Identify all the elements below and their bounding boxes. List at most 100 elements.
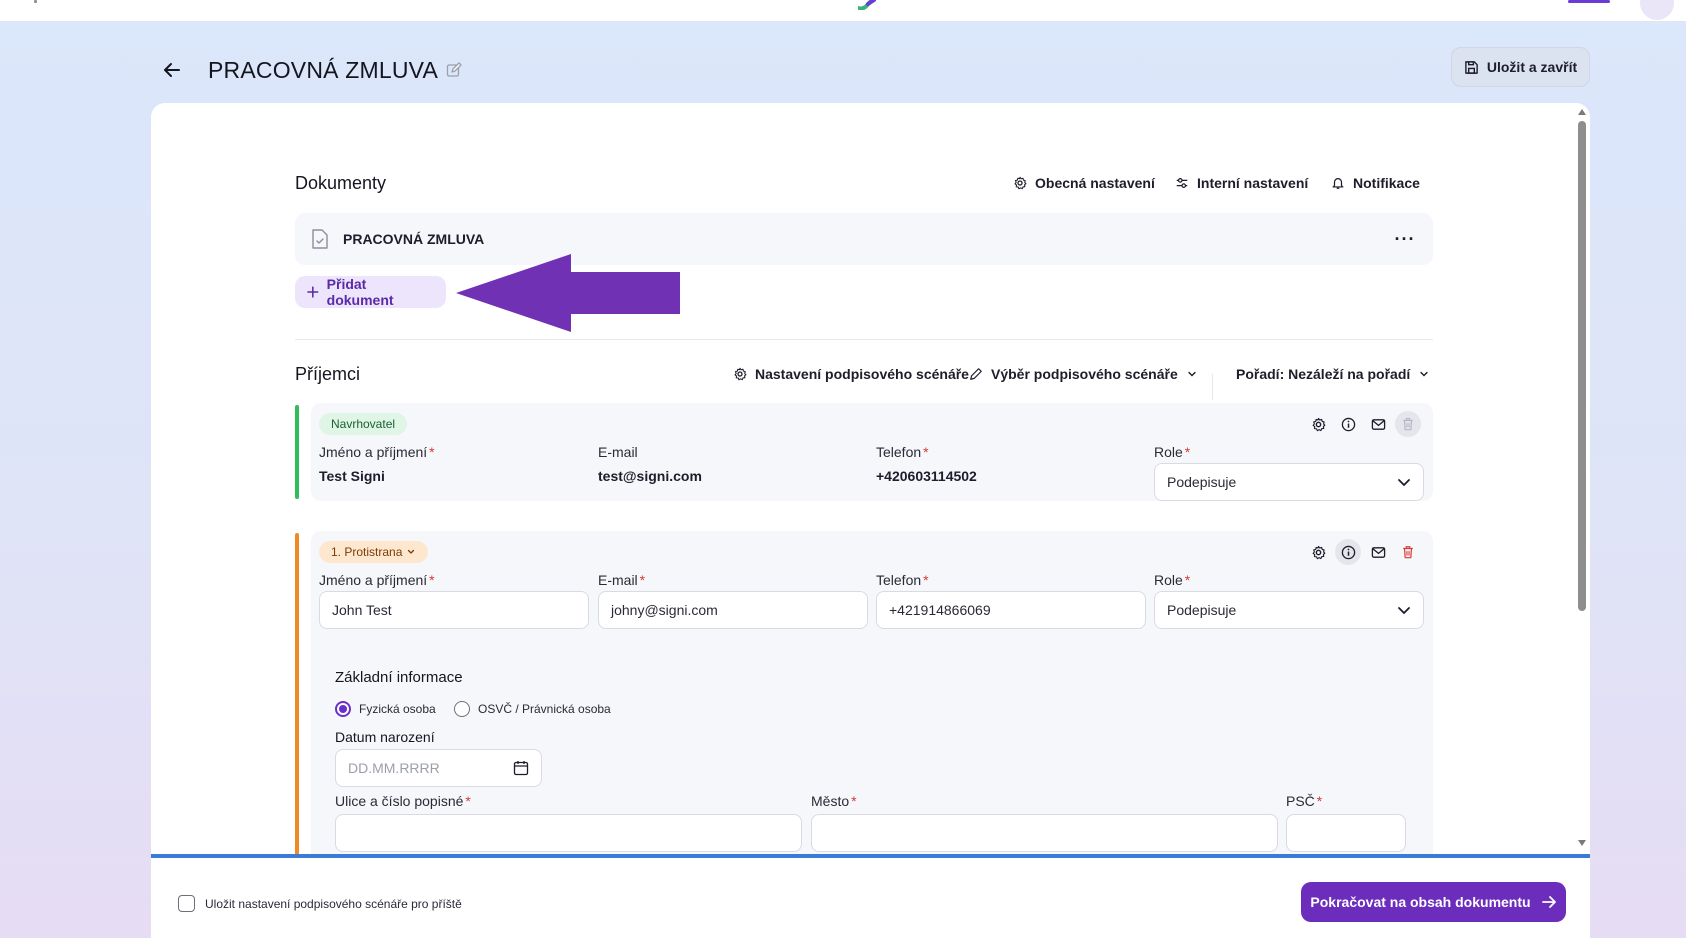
scroll-thumb[interactable] xyxy=(1578,121,1586,611)
toolbar-divider xyxy=(1212,374,1213,400)
top-app-bar xyxy=(0,0,1686,22)
scroll-down-arrow-icon[interactable] xyxy=(1578,840,1586,846)
proposer-name-value: Test Signi xyxy=(319,468,385,484)
counterparty-delete-button[interactable] xyxy=(1395,539,1421,565)
save-scenario-checkbox[interactable]: Uložit nastavení podpisového scénáře pro… xyxy=(178,895,462,912)
counterparty-name-input[interactable]: John Test xyxy=(319,591,589,629)
sliders-icon xyxy=(1176,178,1188,188)
chevron-down-icon xyxy=(1420,371,1428,377)
counterparty-name-label: Jméno a příjmení * xyxy=(319,572,435,588)
person-type-legal-option[interactable]: OSVČ / Právnická osoba xyxy=(454,701,611,717)
zip-label: PSČ * xyxy=(1286,793,1323,809)
section-divider xyxy=(295,339,1433,340)
gear-icon xyxy=(1014,176,1027,190)
user-avatar[interactable] xyxy=(1640,0,1674,20)
counterparty-phone-label: Telefon * xyxy=(876,572,929,588)
notifications-button[interactable]: Notifikace xyxy=(1331,175,1420,191)
recipient-proposer: Navrhovatel Jméno a příjmení * E-mail Te… xyxy=(311,403,1433,501)
counterparty-email-value: johny@signi.com xyxy=(611,602,718,618)
counterparty-info-button[interactable] xyxy=(1335,539,1361,565)
top-bar-link-underline[interactable] xyxy=(1568,0,1610,3)
internal-settings-button[interactable]: Interní nastavení xyxy=(1175,175,1308,191)
trash-icon xyxy=(1403,418,1413,431)
proposer-email-label: E-mail xyxy=(598,444,638,460)
top-bar-fragment xyxy=(34,0,37,3)
scroll-up-arrow-icon[interactable] xyxy=(1578,109,1586,115)
continue-to-content-button[interactable]: Pokračovat na obsah dokumentu xyxy=(1301,882,1566,922)
person-type-natural-label: Fyzická osoba xyxy=(359,702,436,716)
save-and-close-label: Uložit a zavřít xyxy=(1486,59,1578,75)
proposer-role-value: Podepisuje xyxy=(1167,474,1237,490)
checkbox-unchecked-icon xyxy=(178,895,195,912)
counterparty-badge[interactable]: 1. Protistrana xyxy=(319,541,429,563)
basic-info-title: Základní informace xyxy=(335,669,463,686)
counterparty-accent-bar xyxy=(295,533,299,854)
save-scenario-label: Uložit nastavení podpisového scénáře pro… xyxy=(205,896,462,911)
street-input[interactable] xyxy=(335,814,802,852)
proposer-mail-button[interactable] xyxy=(1365,411,1391,437)
counterparty-phone-value: +421914866069 xyxy=(889,602,991,618)
order-label: Pořadí: Nezáleží na pořadí xyxy=(1236,366,1411,382)
counterparty-settings-button[interactable] xyxy=(1305,539,1331,565)
pen-icon xyxy=(970,368,982,380)
page-header: PRACOVNÁ ZMLUVA xyxy=(160,50,462,90)
birth-date-input[interactable]: DD.MM.RRRR xyxy=(335,749,542,787)
calendar-icon[interactable] xyxy=(513,760,529,776)
counterparty-role-label: Role * xyxy=(1154,572,1191,588)
proposer-actions xyxy=(1305,411,1421,437)
add-document-label: Přidat dokument xyxy=(326,276,394,308)
chevron-down-icon xyxy=(1188,371,1196,377)
proposer-phone-value: +420603114502 xyxy=(876,468,977,484)
city-input[interactable] xyxy=(811,814,1278,852)
documents-title: Dokumenty xyxy=(295,173,387,193)
vertical-scrollbar[interactable] xyxy=(1574,103,1590,854)
chevron-down-icon xyxy=(408,549,415,554)
zip-input[interactable] xyxy=(1286,814,1406,852)
street-label: Ulice a číslo popisné * xyxy=(335,793,471,809)
radio-checked-icon xyxy=(335,701,351,717)
bell-icon xyxy=(1332,178,1344,189)
recipients-title: Příjemci xyxy=(295,364,361,384)
edit-title-button[interactable] xyxy=(446,62,462,78)
proposer-delete-button[interactable] xyxy=(1395,411,1421,437)
person-type-natural-option[interactable]: Fyzická osoba xyxy=(335,701,436,717)
proposer-settings-button[interactable] xyxy=(1305,411,1331,437)
document-more-button[interactable]: ··· xyxy=(1393,227,1417,251)
proposer-role-label: Role * xyxy=(1154,444,1191,460)
scenario-settings-button[interactable]: Nastavení podpisového scénáře xyxy=(733,366,969,382)
scenario-settings-label: Nastavení podpisového scénáře xyxy=(755,366,969,382)
birth-date-label: Datum narození xyxy=(335,729,435,745)
save-and-close-button[interactable]: Uložit a zavřít xyxy=(1451,47,1590,87)
general-settings-button[interactable]: Obecná nastavení xyxy=(1013,175,1155,191)
counterparty-role-select[interactable]: Podepisuje xyxy=(1154,591,1424,629)
chevron-down-icon xyxy=(1398,607,1410,615)
add-document-button[interactable]: Přidat dokument xyxy=(295,276,446,308)
counterparty-name-value: John Test xyxy=(332,602,392,618)
proposer-info-button[interactable] xyxy=(1335,411,1361,437)
city-label: Město * xyxy=(811,793,857,809)
gear-icon xyxy=(1312,545,1325,559)
document-name: PRACOVNÁ ZMLUVA xyxy=(343,231,485,247)
proposer-email-value: test@signi.com xyxy=(598,468,702,484)
signi-logo-icon xyxy=(858,0,876,10)
scenario-select-label: Výběr podpisového scénáře xyxy=(991,366,1178,382)
editor-content: Dokumenty Obecná nastavení Interní nasta… xyxy=(151,103,1571,854)
back-button[interactable] xyxy=(160,58,184,82)
recipient-counterparty: 1. Protistrana Jméno a příjmení * E-mail… xyxy=(311,531,1433,854)
internal-settings-label: Interní nastavení xyxy=(1197,175,1309,191)
counterparty-mail-button[interactable] xyxy=(1365,539,1391,565)
info-icon xyxy=(1341,417,1355,431)
document-icon xyxy=(312,229,328,249)
footer-bar: Uložit nastavení podpisového scénáře pro… xyxy=(151,858,1590,938)
radio-unchecked-icon xyxy=(454,701,470,717)
counterparty-email-label: E-mail * xyxy=(598,572,646,588)
chevron-down-icon xyxy=(1398,479,1410,487)
scenario-select-dropdown[interactable]: Výběr podpisového scénáře xyxy=(969,366,1198,382)
save-icon xyxy=(1465,60,1478,74)
counterparty-actions xyxy=(1305,539,1421,565)
proposer-role-select[interactable]: Podepisuje xyxy=(1154,463,1424,501)
counterparty-email-input[interactable]: johny@signi.com xyxy=(598,591,868,629)
trash-icon xyxy=(1403,546,1413,559)
order-dropdown[interactable]: Pořadí: Nezáleží na pořadí xyxy=(1236,366,1430,382)
counterparty-phone-input[interactable]: +421914866069 xyxy=(876,591,1146,629)
